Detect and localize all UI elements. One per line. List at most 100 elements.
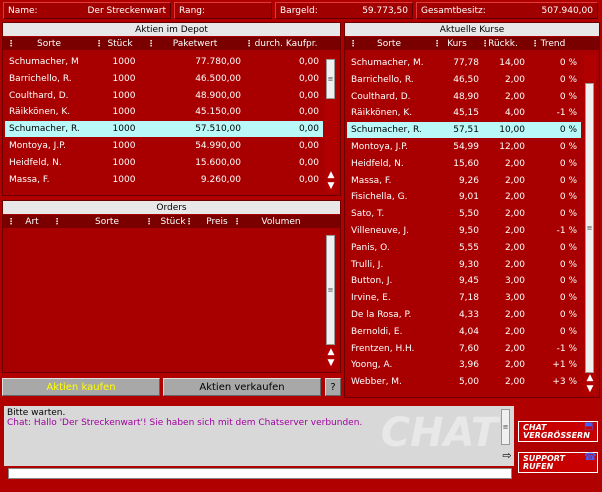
kurse-row[interactable]: Frentzen, H.H. 7,60 2,00 -1 %	[347, 341, 581, 357]
kurse-col-trend[interactable]: ⋮ Trend	[525, 37, 581, 50]
depot-scroll-thumb[interactable]: ≡	[326, 59, 335, 99]
orders-scrollbar[interactable]: ≡ ▲ ▼	[325, 233, 337, 369]
kurse-cell: 14,00	[499, 58, 525, 68]
kurse-cell: Irvine, E.	[351, 293, 391, 304]
orders-col-art[interactable]: ⋮ Art ⋮	[3, 215, 61, 228]
chat-input[interactable]	[8, 468, 512, 479]
kurse-row[interactable]: Yoong, A. 3,96 2,00 +1 %	[347, 357, 581, 373]
kurse-row[interactable]: Panis, O. 5,55 2,00 0 %	[347, 240, 581, 256]
kurse-cell: Barrichello, R.	[351, 74, 414, 85]
kurse-col-rueckkauf[interactable]: ⋮ Rückk.	[481, 37, 525, 50]
scroll-up-icon[interactable]: ▲	[584, 373, 596, 383]
scroll-down-icon[interactable]: ▼	[584, 384, 596, 394]
depot-row[interactable]: Coulthard, D. 1000 48.900,00 0,00	[5, 88, 323, 104]
depot-cell: 0,00	[298, 141, 319, 151]
depot-row[interactable]: Schumacher, R. 1000 57.510,00 0,00	[5, 121, 323, 138]
kurse-cell: 0 %	[559, 276, 577, 287]
scroll-down-icon[interactable]: ▼	[325, 181, 337, 191]
depot-cell: 1000	[112, 57, 136, 67]
kurse-cell: 5,55	[458, 242, 479, 253]
kurse-cell: 9,26	[458, 175, 479, 186]
kurse-row[interactable]: Villeneuve, J. 9,50 2,00 -1 %	[347, 223, 581, 239]
depot-col-paketwert[interactable]: ⋮ Paketwert	[145, 37, 245, 50]
depot-row[interactable]: Räikkönen, K. 1000 45.150,00 0,00	[5, 104, 323, 120]
chat-enlarge-button[interactable]: CHAT VERGRÖSSERN ⬒	[518, 421, 598, 442]
kurse-row[interactable]: Webber, M. 5,00 2,00 +3 %	[347, 374, 581, 390]
depot-col-kaufpreis[interactable]: ⋮ durch. Kaufpr.	[245, 37, 327, 50]
depot-cell: 48.900,00	[195, 90, 241, 101]
depot-table-header: ⋮ Sorte ⋮ Stück ⋮ Paketwert ⋮ durch. Kaufpr.	[3, 37, 340, 50]
chat-scroll-thumb[interactable]: ≡	[501, 409, 510, 445]
kurse-row[interactable]: Irvine, E. 7,18 3,00 0 %	[347, 290, 581, 306]
scroll-up-icon[interactable]: ▲	[325, 170, 337, 180]
depot-row[interactable]: Heidfeld, N. 1000 15.600,00 0,00	[5, 155, 323, 171]
orders-scroll-thumb[interactable]: ≡	[326, 235, 335, 345]
kurse-cell: 4,33	[458, 310, 479, 320]
kurse-row[interactable]: Bernoldi, E. 4,04 2,00 0 %	[347, 324, 581, 340]
depot-row[interactable]: Massa, F. 1000 9.260,00 0,00	[5, 172, 323, 188]
support-button[interactable]: SUPPORT RUFEN ☎	[518, 452, 598, 473]
kurse-cell: Bernoldi, E.	[351, 326, 403, 337]
cash-value: 59.773,50	[362, 5, 408, 16]
chat-scrollbar[interactable]: ≡	[500, 407, 512, 449]
kurse-cell: 2,00	[504, 91, 525, 102]
kurse-row[interactable]: Schumacher, M. 77,78 14,00 0 %	[347, 55, 581, 71]
depot-scrollbar[interactable]: ≡ ▲ ▼	[325, 57, 337, 193]
depot-row[interactable]: Schumacher, M 1000 77.780,00 0,00	[5, 54, 323, 70]
scroll-up-icon[interactable]: ▲	[325, 347, 337, 357]
kurse-cell: 2,00	[504, 310, 525, 320]
depot-cell: Schumacher, M	[9, 57, 79, 67]
depot-row[interactable]: Barrichello, R. 1000 46.500,00 0,00	[5, 71, 323, 87]
kurse-cell: 0 %	[559, 91, 577, 102]
kurse-panel: Aktuelle Kurse ⋮ Sorte ⋮ Kurs ⋮ Rückk. ⋮ Tre…	[344, 22, 600, 398]
depot-col-stueck[interactable]: ⋮ Stück	[95, 37, 145, 50]
orders-col-volumen[interactable]: Volumen	[241, 215, 321, 228]
depot-cell: 0,00	[298, 174, 319, 185]
depot-cell: Heidfeld, N.	[9, 157, 62, 168]
kurse-row[interactable]: Räikkönen, K. 45,15 4,00 -1 %	[347, 105, 581, 121]
kurse-cell: -1 %	[556, 226, 577, 236]
depot-cell: 54.990,00	[195, 141, 241, 151]
kurse-cell: 2,00	[504, 259, 525, 270]
send-arrow-icon[interactable]: ⇨	[500, 449, 514, 465]
kurse-cell: 0 %	[559, 158, 577, 169]
kurse-row[interactable]: Fisichella, G. 9,01 2,00 0 %	[347, 189, 581, 205]
orders-col-preis[interactable]: Preis ⋮	[193, 215, 241, 228]
kurse-row[interactable]: Trulli, J. 9,30 2,00 0 %	[347, 257, 581, 273]
kurse-cell: 2,00	[504, 74, 525, 85]
kurse-cell: Räikkönen, K.	[351, 108, 413, 119]
kurse-row[interactable]: Massa, F. 9,26 2,00 0 %	[347, 173, 581, 189]
kurse-scroll-thumb[interactable]: ≡	[585, 83, 594, 373]
kurse-col-kurs[interactable]: ⋮ Kurs	[433, 37, 481, 50]
kurse-cell: Panis, O.	[351, 242, 390, 253]
kurse-cell: 15,60	[453, 158, 479, 169]
depot-cell: 1000	[112, 157, 136, 168]
kurse-cell: De la Rosa, P.	[351, 310, 412, 320]
scroll-down-icon[interactable]: ▼	[325, 358, 337, 368]
depot-row[interactable]: Montoya, J.P. 1000 54.990,00 0,00	[5, 138, 323, 154]
buy-button[interactable]: Aktien kaufen	[2, 378, 160, 396]
kurse-row[interactable]: Button, J. 9,45 3,00 0 %	[347, 273, 581, 289]
kurse-cell: 0 %	[559, 74, 577, 85]
help-button[interactable]: ?	[325, 378, 341, 396]
kurse-row[interactable]: Sato, T. 5,50 2,00 0 %	[347, 206, 581, 222]
kurse-row[interactable]: Coulthard, D. 48,90 2,00 0 %	[347, 89, 581, 105]
kurse-cell: Trulli, J.	[351, 259, 384, 270]
depot-cell: 57.510,00	[195, 124, 241, 135]
kurse-row[interactable]: Heidfeld, N. 15,60 2,00 0 %	[347, 156, 581, 172]
sell-button[interactable]: Aktien verkaufen	[163, 378, 321, 396]
kurse-row[interactable]: Schumacher, R. 57,51 10,00 0 %	[347, 122, 581, 139]
kurse-row[interactable]: Barrichello, R. 46,50 2,00 0 %	[347, 72, 581, 88]
kurse-row[interactable]: Montoya, J.P. 54,99 12,00 0 %	[347, 139, 581, 155]
kurse-row[interactable]: De la Rosa, P. 4,33 2,00 0 %	[347, 307, 581, 323]
kurse-cell: 9,01	[458, 192, 479, 203]
kurse-scrollbar[interactable]: ≡ ▲ ▼	[584, 55, 596, 395]
depot-title: Aktien im Depot	[3, 23, 340, 36]
depot-col-sorte[interactable]: ⋮ Sorte	[3, 37, 95, 50]
orders-col-sorte[interactable]: Sorte ⋮	[61, 215, 153, 228]
orders-col-stueck[interactable]: Stück ⋮	[153, 215, 193, 228]
cash-label: Bargeld:	[280, 5, 318, 16]
kurse-col-sorte[interactable]: ⋮ Sorte	[345, 37, 433, 50]
depot-cell: 77.780,00	[195, 57, 241, 67]
kurse-cell: 0 %	[559, 142, 577, 152]
